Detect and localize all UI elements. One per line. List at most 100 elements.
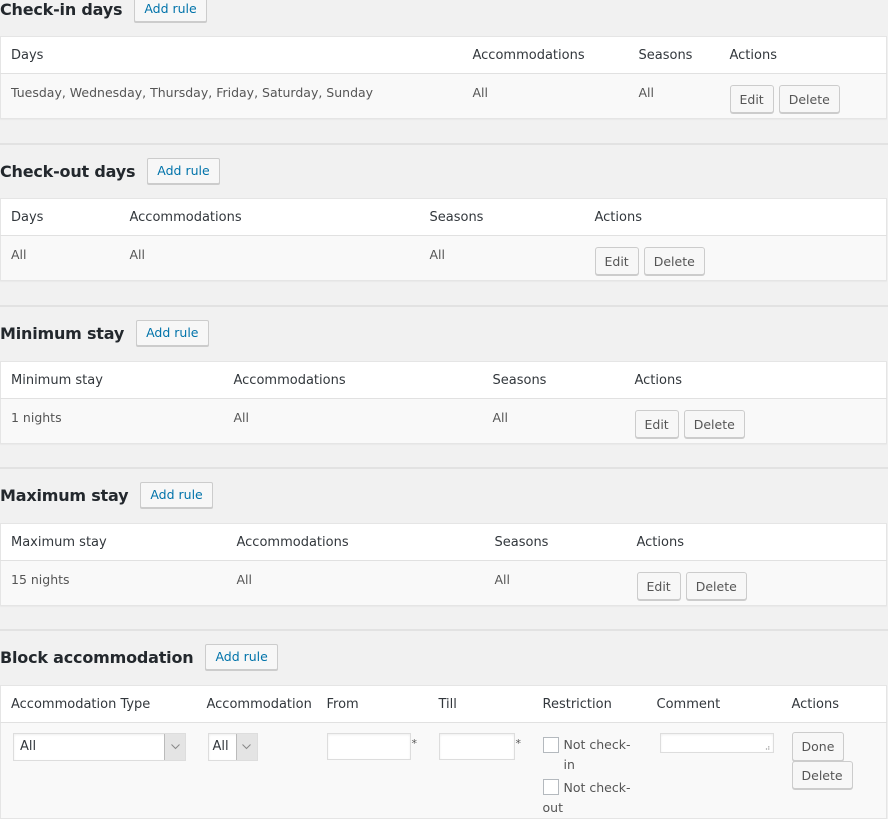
delete-button[interactable]: Delete (778, 85, 840, 113)
column-header-accommodations: Accommodations (226, 523, 485, 561)
checkout-days-title: Check-out days (0, 161, 136, 181)
delete-button[interactable]: Delete (791, 761, 853, 789)
cell-accommodations: All (119, 235, 420, 281)
column-header-days: Days (0, 36, 463, 74)
table-row: All All All Edit Delete (0, 235, 887, 281)
checkin-days-title: Check-in days (0, 0, 123, 19)
column-header-actions: Actions (584, 198, 887, 236)
section-divider (0, 467, 888, 469)
cell-seasons: All (484, 560, 627, 606)
cell-actions: Edit Delete (584, 235, 887, 281)
not-checkout-option[interactable]: Not check-out (542, 777, 637, 818)
table-header-row: Days Accommodations Seasons Actions (0, 198, 887, 236)
checkout-add-rule-button[interactable]: Add rule (147, 158, 220, 184)
edit-button[interactable]: Edit (634, 410, 679, 438)
table-row: 1 nights All All Edit Delete (0, 398, 887, 444)
cell-restriction: Not check-in Not check-out (532, 722, 647, 819)
checkout-days-table: Days Accommodations Seasons Actions All … (0, 198, 887, 281)
section-divider (0, 143, 888, 145)
column-header-accommodations: Accommodations (223, 361, 483, 399)
chevron-down-icon (235, 734, 257, 760)
cell-minimum-stay: 1 nights (0, 398, 224, 444)
column-header-seasons: Seasons (484, 523, 627, 561)
cell-seasons: All (482, 398, 625, 444)
from-date-input[interactable] (326, 733, 411, 760)
minimum-stay-table: Minimum stay Accommodations Seasons Acti… (0, 361, 887, 444)
accommodation-type-value: All (20, 739, 37, 754)
cell-accommodations: All (223, 398, 483, 444)
table-row: All All * * Not check-in Not check-out ⣠… (0, 722, 887, 819)
delete-button[interactable]: Delete (683, 410, 745, 438)
minimum-stay-title: Minimum stay (0, 323, 125, 343)
required-mark: * (515, 737, 522, 750)
cell-from: * (316, 722, 429, 819)
column-header-accommodations: Accommodations (119, 198, 420, 236)
edit-button[interactable]: Edit (594, 247, 639, 275)
checkin-add-rule-button[interactable]: Add rule (134, 0, 207, 22)
accommodation-value: All (212, 739, 229, 754)
column-header-accommodation: Accommodation (196, 685, 317, 723)
column-header-seasons: Seasons (419, 198, 585, 236)
column-header-actions: Actions (624, 361, 887, 399)
column-header-till: Till (428, 685, 533, 723)
column-header-seasons: Seasons (482, 361, 625, 399)
done-button[interactable]: Done (791, 732, 845, 761)
edit-button[interactable]: Edit (729, 85, 774, 113)
column-header-maximum-stay: Maximum stay (0, 523, 227, 561)
cell-actions: Done Delete (781, 722, 887, 819)
cell-actions: Edit Delete (719, 73, 887, 119)
table-header-row: Accommodation Type Accommodation From Ti… (0, 685, 887, 723)
delete-button[interactable]: Delete (643, 247, 705, 275)
column-header-actions: Actions (781, 685, 887, 723)
column-header-actions: Actions (626, 523, 887, 561)
cell-days: All (0, 235, 120, 281)
cell-actions: Edit Delete (624, 398, 887, 444)
block-accommodation-title: Block accommodation (0, 647, 194, 667)
maximum-stay-title: Maximum stay (0, 485, 129, 505)
maximum-stay-add-rule-button[interactable]: Add rule (140, 482, 213, 508)
column-header-days: Days (0, 198, 120, 236)
column-header-restriction: Restriction (532, 685, 647, 723)
minimum-stay-header: Minimum stay Add rule (0, 318, 209, 348)
cell-maximum-stay: 15 nights (0, 560, 227, 606)
table-header-row: Maximum stay Accommodations Seasons Acti… (0, 523, 887, 561)
comment-textarea[interactable]: ⣠ (659, 733, 774, 753)
block-accommodation-table: Accommodation Type Accommodation From Ti… (0, 685, 887, 819)
cell-comment: ⣠ (646, 722, 782, 819)
resize-grip-icon[interactable]: ⣠ (765, 742, 771, 750)
table-header-row: Minimum stay Accommodations Seasons Acti… (0, 361, 887, 399)
edit-button[interactable]: Edit (636, 572, 681, 600)
column-header-accommodations: Accommodations (462, 36, 629, 74)
column-header-accommodation-type: Accommodation Type (0, 685, 197, 723)
table-row: 15 nights All All Edit Delete (0, 560, 887, 606)
section-divider (0, 305, 888, 307)
minimum-stay-add-rule-button[interactable]: Add rule (136, 320, 209, 346)
not-checkin-checkbox[interactable] (542, 737, 559, 753)
cell-accommodation-type: All (0, 722, 197, 819)
column-header-seasons: Seasons (628, 36, 720, 74)
cell-accommodation: All (196, 722, 317, 819)
checkout-days-header: Check-out days Add rule (0, 156, 220, 186)
column-header-actions: Actions (719, 36, 887, 74)
accommodation-type-select[interactable]: All (13, 733, 186, 761)
maximum-stay-table: Maximum stay Accommodations Seasons Acti… (0, 523, 887, 606)
block-add-rule-button[interactable]: Add rule (205, 644, 278, 670)
block-accommodation-header: Block accommodation Add rule (0, 642, 278, 672)
cell-seasons: All (419, 235, 585, 281)
required-mark: * (411, 737, 418, 750)
delete-button[interactable]: Delete (685, 572, 747, 600)
not-checkout-checkbox[interactable] (542, 779, 559, 795)
table-row: Tuesday, Wednesday, Thursday, Friday, Sa… (0, 73, 887, 119)
column-header-minimum-stay: Minimum stay (0, 361, 224, 399)
cell-accommodations: All (226, 560, 485, 606)
not-checkin-option[interactable]: Not check-in (542, 735, 637, 775)
cell-seasons: All (628, 73, 720, 119)
maximum-stay-header: Maximum stay Add rule (0, 480, 213, 510)
accommodation-select[interactable]: All (207, 733, 258, 761)
cell-till: * (428, 722, 533, 819)
cell-days: Tuesday, Wednesday, Thursday, Friday, Sa… (0, 73, 463, 119)
cell-accommodations: All (462, 73, 629, 119)
table-header-row: Days Accommodations Seasons Actions (0, 36, 887, 74)
till-date-input[interactable] (438, 733, 515, 760)
column-header-from: From (316, 685, 429, 723)
